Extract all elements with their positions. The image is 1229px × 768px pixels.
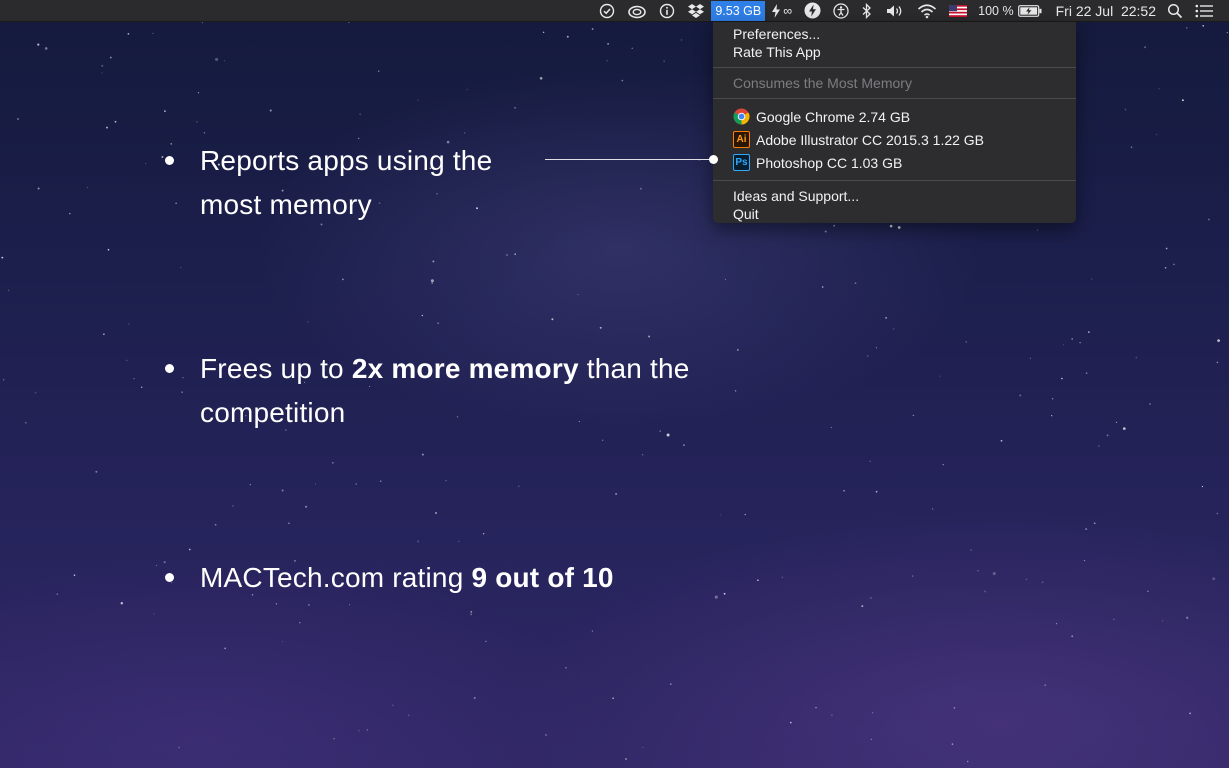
feature-bullet-3: MACTech.com rating 9 out of 10 <box>200 556 720 600</box>
bolt-circle-icon[interactable] <box>798 0 827 22</box>
illustrator-icon: Ai <box>733 131 750 148</box>
menu-section-header: Consumes the Most Memory <box>733 75 912 91</box>
power-infinity-icon[interactable]: ∞ <box>765 0 798 22</box>
feature-text: MACTech.com rating <box>200 562 472 593</box>
feature-text: Frees up to <box>200 353 352 384</box>
menu-item-app-illustrator[interactable]: Ai Adobe Illustrator CC 2015.3 1.22 GB <box>713 128 1076 151</box>
us-flag-icon[interactable] <box>943 0 973 22</box>
menu-item-rate-app[interactable]: Rate This App <box>713 43 1076 61</box>
clock-datetime[interactable]: Fri 22 Jul 22:52 <box>1048 3 1161 19</box>
memory-dropdown-menu: Preferences... Rate This App Consumes th… <box>713 22 1076 223</box>
bluetooth-icon[interactable] <box>855 0 879 22</box>
creative-cloud-icon[interactable] <box>621 0 653 22</box>
menu-item-app-photoshop[interactable]: Ps Photoshop CC 1.03 GB <box>713 151 1076 174</box>
callout-connector-line <box>545 159 714 160</box>
menu-bar: 9.53 GB ∞ 100 % Fri 22 Jul 22:52 <box>0 0 1229 22</box>
menu-item-app-chrome[interactable]: Google Chrome 2.74 GB <box>713 105 1076 128</box>
feature-bullet-2: Frees up to 2x more memory than the comp… <box>200 347 720 435</box>
chrome-icon <box>733 108 750 125</box>
spotlight-search-icon[interactable] <box>1161 0 1189 22</box>
menu-app-label: Google Chrome 2.74 GB <box>756 108 911 125</box>
dropbox-icon[interactable] <box>681 0 711 22</box>
bullet-dot <box>165 364 174 373</box>
wifi-icon[interactable] <box>911 0 943 22</box>
bullet-dot <box>165 156 174 165</box>
photoshop-icon: Ps <box>733 154 750 171</box>
menu-item-quit[interactable]: Quit <box>713 205 1076 223</box>
menu-separator <box>713 98 1076 99</box>
notification-center-icon[interactable] <box>1189 0 1219 22</box>
menu-item-ideas-support[interactable]: Ideas and Support... <box>713 187 1076 205</box>
feature-highlight: 9 out of 10 <box>471 562 614 593</box>
menu-separator <box>713 67 1076 68</box>
volume-icon[interactable] <box>879 0 911 22</box>
battery-charging-icon[interactable] <box>1016 0 1048 22</box>
menu-app-label: Adobe Illustrator CC 2015.3 1.22 GB <box>756 131 985 148</box>
menu-app-label: Photoshop CC 1.03 GB <box>756 154 903 171</box>
checkmark-circle-icon[interactable] <box>593 0 621 22</box>
menu-separator <box>713 180 1076 181</box>
infinity-symbol: ∞ <box>783 3 793 18</box>
memory-usage-badge[interactable]: 9.53 GB <box>711 0 766 21</box>
feature-highlight: 2x more memory <box>351 353 579 384</box>
bullet-dot <box>165 573 174 582</box>
menu-item-preferences[interactable]: Preferences... <box>713 25 1076 43</box>
accessibility-icon[interactable] <box>827 0 855 22</box>
battery-percent[interactable]: 100 % <box>973 4 1015 18</box>
info-icon[interactable] <box>653 0 681 22</box>
callout-connector-dot <box>709 155 718 164</box>
feature-bullet-1: Reports apps using the most memory <box>200 145 493 220</box>
